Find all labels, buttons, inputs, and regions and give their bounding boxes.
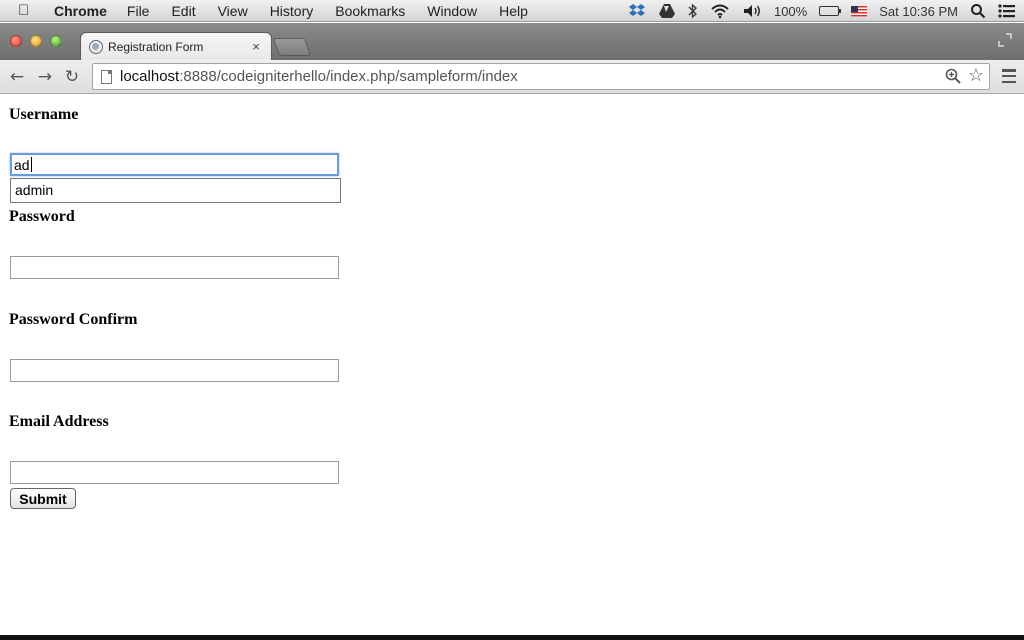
back-arrow-icon[interactable]: ← [6,66,28,88]
tab-title: Registration Form [108,39,204,54]
chrome-menu-icon[interactable] [1002,69,1016,83]
globe-favicon-icon [89,39,103,54]
username-label: Username [9,106,79,123]
window-zoom-button[interactable] [50,35,62,47]
email-address-label: Email Address [9,413,109,430]
browser-toolbar: ← → ↻ localhost:8888/codeigniterhello/in… [0,60,1024,94]
battery-icon[interactable] [819,3,842,19]
password-confirm-input[interactable] [10,359,339,382]
username-value: ad [14,157,30,173]
battery-percent: 100% [773,3,808,19]
bluetooth-icon[interactable] [688,3,698,19]
password-label: Password [9,208,75,225]
menu-app-chrome[interactable]: Chrome [54,3,107,19]
window-close-button[interactable] [10,35,22,47]
status-menus: 100% Sat 10:36 PM [628,0,1016,22]
new-tab-button[interactable] [272,38,312,56]
username-input[interactable]: ad [10,153,339,176]
window-controls [10,35,62,47]
page-icon [101,69,112,84]
dropbox-icon[interactable] [628,3,646,19]
menu-edit[interactable]: Edit [171,3,195,19]
email-address-input[interactable] [10,461,339,484]
bookmark-star-icon[interactable]: ☆ [968,65,984,86]
us-flag-icon[interactable] [851,3,868,19]
volume-icon[interactable] [742,3,762,19]
spotlight-search-icon[interactable] [970,3,986,19]
forward-arrow-icon[interactable]: → [34,66,56,88]
text-caret [30,157,32,172]
url-host: localhost [120,68,180,85]
password-input[interactable] [10,256,339,279]
reload-icon[interactable]: ↻ [61,66,83,88]
macos-menu-bar:  Chrome File Edit View History Bookmark… [0,0,1024,22]
menu-view[interactable]: View [218,3,248,19]
zoom-icon[interactable] [945,68,961,84]
bottom-edge [0,635,1024,640]
menu-bookmarks[interactable]: Bookmarks [335,3,405,19]
browser-tab-strip: Registration Form × [0,23,1024,60]
notification-center-icon[interactable] [998,3,1016,19]
submit-button[interactable]: Submit [10,488,76,509]
address-bar[interactable]: localhost:8888/codeigniterhello/index.ph… [92,63,990,90]
tab-close-icon[interactable]: × [249,39,263,54]
menubar-clock[interactable]: Sat 10:36 PM [879,4,958,19]
fullscreen-icon[interactable] [998,33,1012,47]
window-minimize-button[interactable] [30,35,42,47]
wifi-icon[interactable] [710,3,730,19]
tab-registration-form[interactable]: Registration Form × [80,32,272,60]
google-drive-icon[interactable] [658,3,676,19]
menu-file[interactable]: File [127,3,150,19]
password-confirm-label: Password Confirm [9,311,138,328]
menu-help[interactable]: Help [499,3,528,19]
autocomplete-suggestion[interactable]: admin [10,178,341,203]
apple-icon[interactable]:  [18,2,38,19]
page-content: Username ad admin Password Password Conf… [0,95,1024,635]
menu-history[interactable]: History [270,3,314,19]
url-path: :8888/codeigniterhello/index.php/samplef… [179,68,518,85]
menu-window[interactable]: Window [427,3,477,19]
